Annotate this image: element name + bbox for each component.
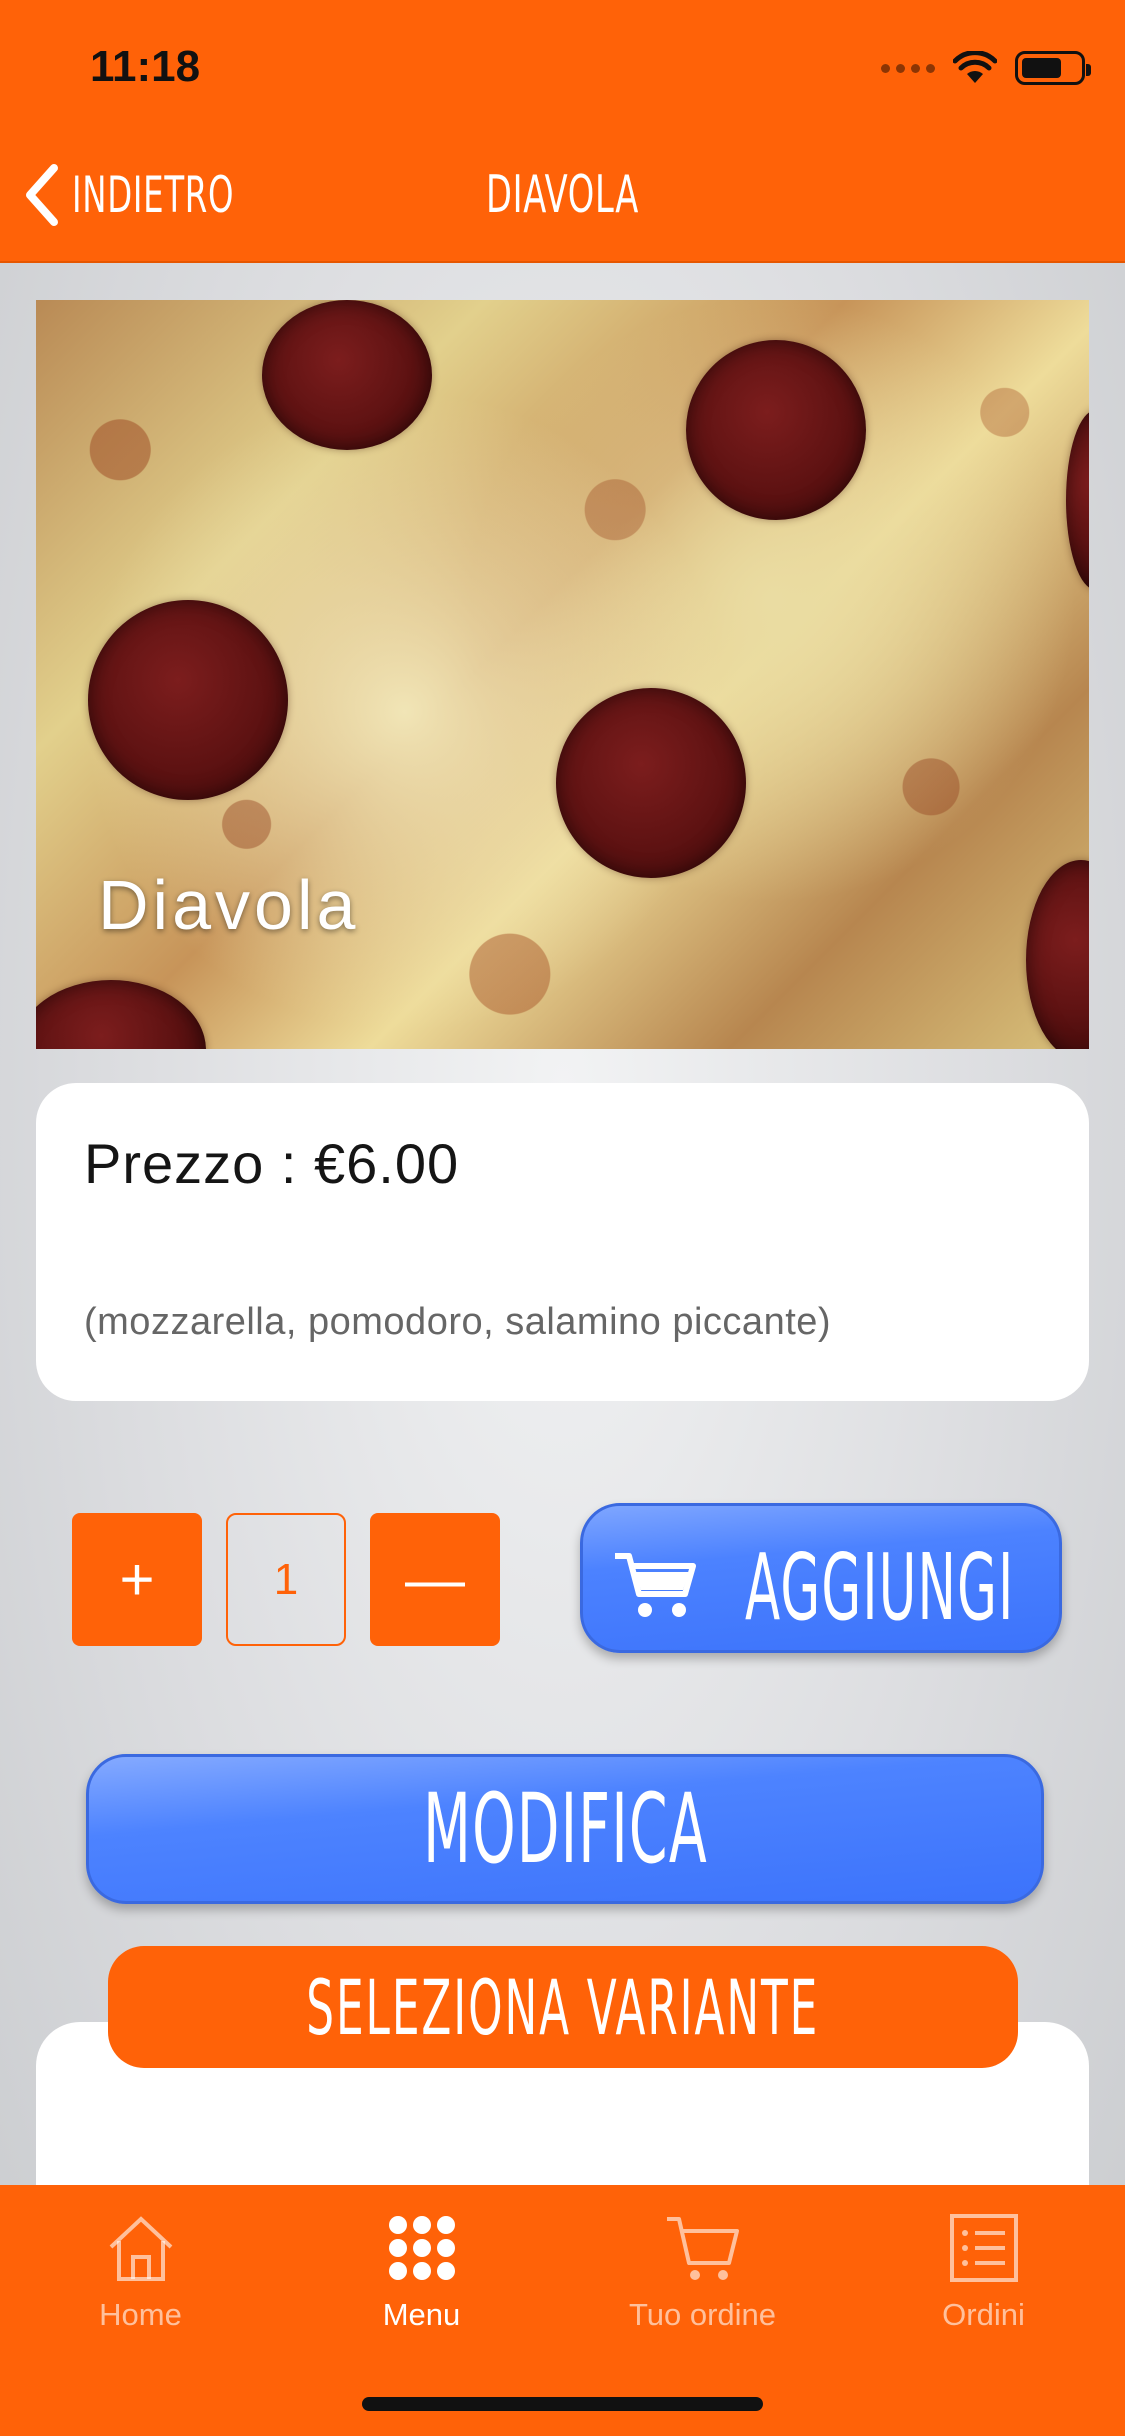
minus-icon: — (405, 1546, 465, 1613)
status-time: 11:18 (90, 42, 201, 91)
price-card: Prezzo : €6.00 (mozzarella, pomodoro, sa… (36, 1083, 1089, 1401)
status-icons (881, 48, 1091, 88)
modify-button-label: MODIFICA (422, 1773, 708, 1885)
price-label: Prezzo : €6.00 (84, 1132, 460, 1195)
pepperoni-slice (556, 688, 746, 878)
pepperoni-slice (88, 600, 288, 800)
product-detail-screen: 11:18 INDIETRO DIAVOLA Diavola Prezzo: … (0, 0, 1125, 2436)
modify-button[interactable]: MODIFICA (86, 1754, 1044, 1904)
tab-your-order[interactable]: Tuo ordine (562, 2213, 843, 2343)
pepperoni-slice (1066, 410, 1089, 590)
ingredients-text: (mozzarella, pomodoro, salamino piccante… (84, 1301, 832, 1343)
chevron-left-icon (26, 164, 58, 226)
battery-icon (1015, 51, 1091, 85)
tab-menu[interactable]: Menu (281, 2213, 562, 2343)
cart-icon (615, 1553, 696, 1617)
quantity-increase-button[interactable]: + (72, 1513, 202, 1646)
pepperoni-slice (686, 340, 866, 520)
tab-home-label: Home (99, 2297, 182, 2332)
pepperoni-slice (36, 980, 206, 1049)
pepperoni-slice (1026, 860, 1089, 1049)
home-icon (109, 2216, 172, 2281)
cellular-signal-icon (881, 63, 935, 73)
cart-icon (666, 2217, 739, 2280)
grid-icon (388, 2216, 455, 2280)
select-variant-label: SELEZIONA VARIANTE (306, 1962, 820, 2052)
tab-orders-label: Ordini (942, 2297, 1025, 2332)
page-title: DIAVOLA (485, 165, 640, 225)
plus-icon: + (119, 1546, 155, 1613)
product-image: Diavola (36, 300, 1089, 1049)
add-to-cart-button[interactable]: AGGIUNGI (580, 1503, 1062, 1653)
pepperoni-slice (262, 300, 432, 450)
product-name-caption: Diavola (98, 866, 360, 944)
wifi-icon (953, 51, 997, 83)
home-indicator[interactable] (362, 2397, 763, 2411)
tab-home[interactable]: Home (0, 2213, 281, 2343)
quantity-decrease-button[interactable]: — (370, 1513, 500, 1646)
tab-your-order-label: Tuo ordine (628, 2297, 777, 2332)
tab-orders[interactable]: Ordini (843, 2213, 1124, 2343)
list-icon (949, 2214, 1018, 2282)
add-button-label: AGGIUNGI (745, 1534, 1015, 1641)
quantity-value[interactable]: 1 (226, 1513, 346, 1646)
select-variant-button[interactable]: SELEZIONA VARIANTE (108, 1946, 1018, 2068)
tab-menu-label: Menu (382, 2297, 461, 2332)
top-bar: 11:18 INDIETRO DIAVOLA (0, 0, 1125, 263)
